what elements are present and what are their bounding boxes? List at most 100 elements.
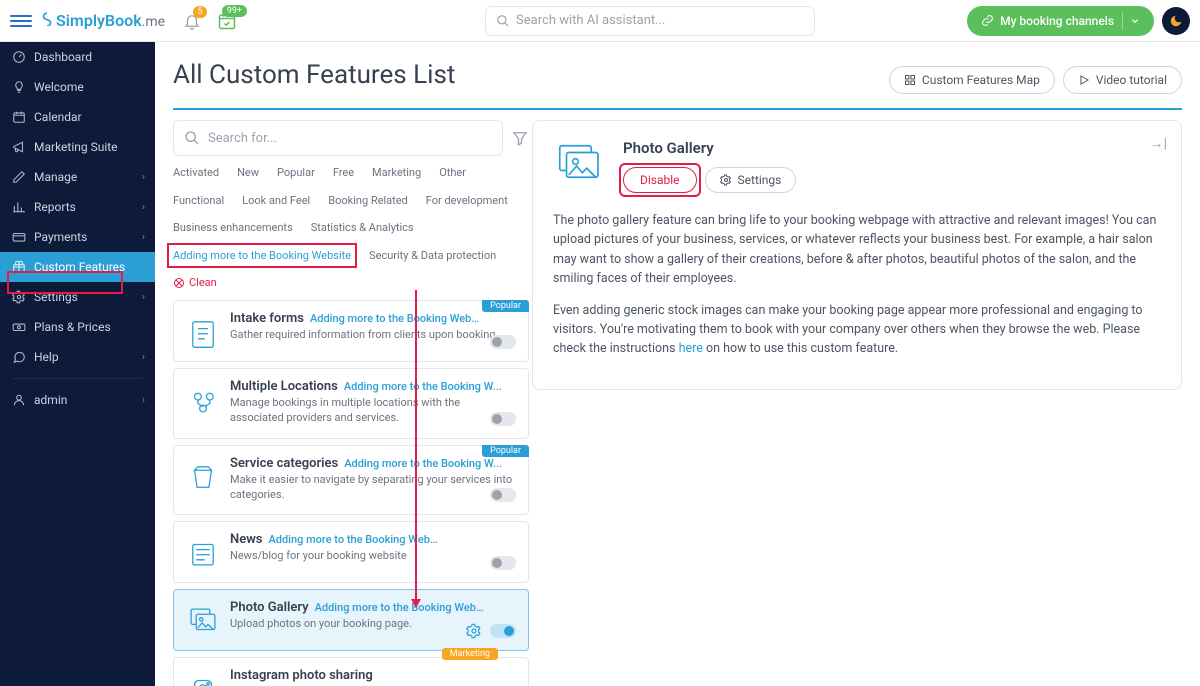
dashboard-icon: [12, 50, 26, 64]
pencil-icon: [12, 170, 26, 184]
filter-clean[interactable]: Clean: [173, 274, 217, 292]
feature-title: Photo Gallery: [230, 600, 309, 615]
filter-other[interactable]: Other: [439, 164, 466, 182]
features-column: Search for... Activated New Popular Free…: [173, 120, 529, 686]
settings-button[interactable]: Settings: [705, 167, 797, 193]
calendar-button[interactable]: 99+: [217, 11, 237, 31]
chevron-right-icon: ›: [142, 352, 145, 363]
feature-card[interactable]: MarketingInstagram photo sharing Adding …: [173, 657, 529, 686]
theme-toggle-button[interactable]: [1162, 7, 1190, 35]
gear-icon: [720, 174, 732, 186]
feature-category[interactable]: Adding more to the Booking W...: [344, 380, 502, 393]
feature-description: Gather required information from clients…: [230, 328, 516, 343]
bulb-icon: [12, 80, 26, 94]
feature-settings-icon[interactable]: [466, 623, 482, 639]
feature-icon: [186, 383, 220, 417]
nav-help[interactable]: Help›: [0, 342, 155, 372]
nav-custom-features[interactable]: Custom Features: [0, 252, 155, 282]
gallery-icon: [553, 139, 607, 193]
feature-title: Multiple Locations: [230, 379, 338, 394]
feature-card[interactable]: Multiple Locations Adding more to the Bo…: [173, 368, 529, 439]
feature-category[interactable]: Adding more to the Booking Website: [310, 312, 480, 325]
chart-icon: [12, 200, 26, 214]
nav-manage[interactable]: Manage›: [0, 162, 155, 192]
feature-toggle[interactable]: [490, 412, 516, 426]
filter-booking-related[interactable]: Booking Related: [328, 192, 408, 210]
nav-calendar[interactable]: Calendar: [0, 102, 155, 132]
popular-badge: Popular: [482, 300, 529, 312]
nav-plans-prices[interactable]: Plans & Prices: [0, 312, 155, 342]
filter-adding-more[interactable]: Adding more to the Booking Website: [167, 243, 357, 269]
feature-card[interactable]: PopularIntake forms Adding more to the B…: [173, 300, 529, 362]
filter-functional[interactable]: Functional: [173, 192, 224, 210]
filter-business-enhancements[interactable]: Business enhancements: [173, 219, 293, 237]
close-panel-button[interactable]: →|: [1150, 135, 1167, 152]
logo[interactable]: SimplyBook.me: [40, 11, 165, 30]
nav-admin[interactable]: admin›: [0, 385, 155, 415]
nav-payments[interactable]: Payments›: [0, 222, 155, 252]
detail-paragraph-1: The photo gallery feature can bring life…: [553, 211, 1161, 289]
chevron-right-icon: ›: [142, 172, 145, 183]
detail-title: Photo Gallery: [623, 139, 796, 157]
feature-search-input[interactable]: Search for...: [173, 120, 503, 156]
disable-button[interactable]: Disable: [623, 167, 697, 193]
filter-icon[interactable]: [511, 129, 529, 147]
feature-card[interactable]: Popular Service categories Adding more to…: [173, 445, 529, 516]
feature-toggle[interactable]: [490, 556, 516, 570]
filter-look-and-feel[interactable]: Look and Feel: [242, 192, 310, 210]
search-placeholder: Search with AI assistant...: [516, 13, 665, 28]
feature-toggle[interactable]: [490, 624, 516, 638]
feature-category[interactable]: Adding more to the Booking Website: [315, 601, 485, 614]
main-content: All Custom Features List Custom Features…: [155, 42, 1200, 686]
ai-search-input[interactable]: Search with AI assistant...: [485, 6, 815, 36]
filter-statistics-analytics[interactable]: Statistics & Analytics: [311, 219, 414, 237]
filter-marketing[interactable]: Marketing: [372, 164, 421, 182]
filter-security-data[interactable]: Security & Data protection: [369, 247, 496, 265]
calendar-badge: 99+: [222, 5, 247, 17]
feature-card[interactable]: News Adding more to the Booking Website N…: [173, 521, 529, 583]
filter-popular[interactable]: Popular: [277, 164, 315, 182]
search-placeholder: Search for...: [208, 131, 277, 146]
instructions-link[interactable]: here: [679, 341, 703, 356]
feature-title: Instagram photo sharing: [230, 668, 373, 683]
feature-title: Service categories: [230, 456, 338, 471]
popular-badge: Popular: [482, 445, 529, 457]
channels-label: My booking channels: [1000, 14, 1114, 28]
feature-toggle[interactable]: [490, 335, 516, 349]
chevron-down-icon: [1122, 12, 1140, 30]
card-icon: [12, 230, 26, 244]
feature-icon: [186, 672, 220, 686]
gift-icon: [12, 260, 26, 274]
feature-toggle[interactable]: [490, 488, 516, 502]
nav-settings[interactable]: Settings›: [0, 282, 155, 312]
notifications-badge: 5: [193, 6, 207, 18]
nav-welcome[interactable]: Welcome: [0, 72, 155, 102]
filter-for-development[interactable]: For development: [426, 192, 508, 210]
filter-activated[interactable]: Activated: [173, 164, 219, 182]
feature-category[interactable]: Adding more to the Booking W...: [344, 457, 502, 470]
filter-new[interactable]: New: [237, 164, 259, 182]
feature-icon: [186, 315, 220, 349]
clear-icon: [173, 277, 185, 289]
nav-reports[interactable]: Reports›: [0, 192, 155, 222]
feature-category[interactable]: Adding more to the Booking Website: [268, 533, 438, 546]
filter-free[interactable]: Free: [333, 164, 354, 182]
nav-marketing-suite[interactable]: Marketing Suite: [0, 132, 155, 162]
feature-description: News/blog for your booking website: [230, 549, 516, 564]
video-tutorial-button[interactable]: Video tutorial: [1063, 66, 1182, 94]
custom-features-map-button[interactable]: Custom Features Map: [889, 66, 1055, 94]
sidebar: Dashboard Welcome Calendar Marketing Sui…: [0, 42, 155, 686]
chevron-right-icon: ›: [142, 202, 145, 213]
logo-suffix: .me: [142, 14, 165, 30]
nav-dashboard[interactable]: Dashboard: [0, 42, 155, 72]
page-title: All Custom Features List: [173, 60, 455, 90]
user-icon: [12, 393, 26, 407]
calendar-icon: [12, 110, 26, 124]
feature-title: News: [230, 532, 262, 547]
hamburger-menu[interactable]: [10, 10, 32, 32]
feature-card[interactable]: Photo Gallery Adding more to the Booking…: [173, 589, 529, 651]
chevron-right-icon: ›: [142, 395, 145, 406]
booking-channels-button[interactable]: My booking channels: [967, 6, 1154, 36]
notifications-button[interactable]: 5: [183, 12, 201, 30]
money-icon: [12, 320, 26, 334]
